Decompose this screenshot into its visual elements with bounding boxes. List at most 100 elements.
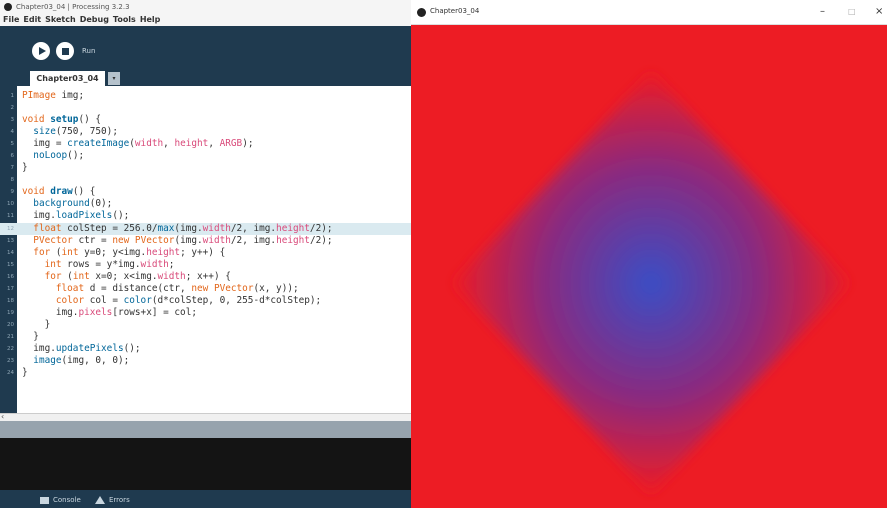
- code-line[interactable]: 16 for (int x=0; x<img.width; x++) {: [0, 271, 411, 283]
- line-number: 3: [10, 117, 15, 124]
- line-number: 24: [7, 370, 14, 377]
- run-label: Run: [82, 47, 96, 55]
- code-line[interactable]: 10 background(0);: [0, 198, 411, 210]
- line-number: 14: [7, 249, 14, 256]
- menu-help[interactable]: Help: [140, 15, 161, 24]
- line-number: 19: [7, 309, 14, 316]
- code-text: color col = color(d*colStep, 0, 255-d*co…: [55, 294, 322, 306]
- console-tab-label: Console: [53, 496, 81, 504]
- code-line[interactable]: 12 float colStep = 256.0/max(img.width/2…: [0, 222, 411, 235]
- menu-file[interactable]: File: [3, 15, 19, 24]
- errors-tab-label: Errors: [109, 496, 130, 504]
- code-text: size(750, 750);: [33, 126, 118, 138]
- code-line[interactable]: 2: [0, 102, 411, 114]
- code-line[interactable]: 24}: [0, 367, 411, 379]
- code-line[interactable]: 8: [0, 174, 411, 186]
- code-line[interactable]: 21 }: [0, 331, 411, 343]
- code-line[interactable]: 14 for (int y=0; y<img.height; y++) {: [0, 247, 411, 259]
- code-text: void setup() {: [22, 114, 102, 126]
- console-tab[interactable]: Console: [40, 494, 81, 506]
- code-line[interactable]: 17 float d = distance(ctr, new PVector(x…: [0, 283, 411, 295]
- menu-bar: File Edit Sketch Debug Tools Help: [0, 13, 411, 26]
- code-line[interactable]: 15 int rows = y*img.width;: [0, 259, 411, 271]
- sketch-output-window: Chapter03_04 – □ ×: [411, 0, 887, 508]
- run-button[interactable]: [32, 42, 50, 60]
- scroll-left-arrow-icon[interactable]: ‹: [1, 412, 4, 421]
- code-text: int rows = y*img.width;: [44, 258, 175, 270]
- code-line[interactable]: 23 image(img, 0, 0);: [0, 355, 411, 367]
- code-lines: 1 PImage img; 2 3 void setup() {4 size(750, …: [0, 90, 411, 379]
- code-text: PVector ctr = new PVector(img.width/2, i…: [33, 234, 333, 246]
- line-number: 4: [10, 129, 15, 136]
- stop-button[interactable]: [56, 42, 74, 60]
- code-line[interactable]: 18 color col = color(d*colStep, 0, 255-d…: [0, 295, 411, 307]
- code-line[interactable]: 7}: [0, 162, 411, 174]
- processing-logo-icon: [4, 2, 12, 11]
- sketch-title-bar: Chapter03_04 – □ ×: [411, 0, 887, 25]
- code-text: img.loadPixels();: [22, 210, 130, 222]
- tab-chapter03-04[interactable]: Chapter03_04: [30, 71, 105, 86]
- line-number: 6: [10, 153, 15, 160]
- code-editor[interactable]: 1 PImage img; 2 3 void setup() {4 size(750, …: [0, 86, 411, 413]
- code-line[interactable]: 22 img.updatePixels();: [0, 343, 411, 355]
- line-number: 21: [7, 333, 14, 340]
- code-text: for (int y=0; y<img.height; y++) {: [33, 246, 226, 258]
- line-number: 22: [7, 345, 14, 352]
- ide-window-title: Chapter03_04 | Processing 3.2.3: [16, 2, 130, 11]
- footer-bar: Console Errors: [0, 490, 411, 508]
- line-number: 8: [10, 177, 15, 184]
- code-line[interactable]: 1 PImage img;: [0, 90, 411, 102]
- code-text: for (int x=0; x<img.width; x++) {: [44, 270, 231, 282]
- line-number: 2: [10, 105, 15, 112]
- message-area: [0, 421, 411, 438]
- close-button[interactable]: ×: [875, 6, 883, 17]
- code-text: background(0);: [33, 198, 113, 210]
- code-text: }: [22, 330, 39, 342]
- line-number: 11: [7, 213, 14, 220]
- code-text: img.pixels[rows+x] = col;: [22, 306, 197, 318]
- line-number: 5: [10, 141, 15, 148]
- code-line[interactable]: 13 PVector ctr = new PVector(img.width/2…: [0, 235, 411, 247]
- code-text: image(img, 0, 0);: [33, 355, 130, 367]
- code-line[interactable]: 4 size(750, 750);: [0, 126, 411, 138]
- code-text: img.updatePixels();: [22, 342, 141, 354]
- maximize-button[interactable]: □: [848, 7, 856, 16]
- tab-menu-dropdown[interactable]: ▾: [108, 72, 120, 85]
- sketch-canvas[interactable]: [411, 25, 887, 508]
- menu-sketch[interactable]: Sketch: [45, 15, 76, 24]
- code-text: void draw() {: [22, 186, 96, 198]
- errors-tab[interactable]: Errors: [95, 494, 130, 506]
- warning-icon: [95, 496, 105, 504]
- code-text: }: [22, 367, 28, 379]
- ide-title-bar: Chapter03_04 | Processing 3.2.3: [0, 0, 411, 13]
- console-output: [0, 438, 411, 490]
- code-line[interactable]: 5 img = createImage(width, height, ARGB)…: [0, 138, 411, 150]
- code-line[interactable]: 11 img.loadPixels();: [0, 210, 411, 222]
- menu-edit[interactable]: Edit: [23, 15, 41, 24]
- line-number: 15: [7, 261, 14, 268]
- line-number: 7: [10, 165, 15, 172]
- code-line[interactable]: 20 }: [0, 319, 411, 331]
- code-line[interactable]: 9 void draw() {: [0, 186, 411, 198]
- minimize-button[interactable]: –: [820, 6, 825, 17]
- console-icon: [40, 496, 49, 504]
- line-number: 18: [7, 297, 14, 304]
- menu-debug[interactable]: Debug: [80, 15, 109, 24]
- horizontal-scrollbar[interactable]: ‹: [0, 412, 411, 421]
- line-number: 20: [7, 321, 14, 328]
- code-line[interactable]: 19 img.pixels[rows+x] = col;: [0, 307, 411, 319]
- code-line[interactable]: 3 void setup() {: [0, 114, 411, 126]
- line-number: 17: [7, 285, 14, 292]
- processing-logo-icon: [417, 8, 426, 17]
- code-text: }: [22, 318, 51, 330]
- sketch-window-title: Chapter03_04: [430, 7, 480, 15]
- line-number: 12: [7, 225, 14, 232]
- menu-tools[interactable]: Tools: [113, 15, 136, 24]
- code-line[interactable]: 6 noLoop();: [0, 150, 411, 162]
- diamond-gradient-image: [411, 25, 887, 508]
- code-text: float d = distance(ctr, new PVector(x, y…: [55, 282, 299, 294]
- line-number: 10: [7, 201, 14, 208]
- code-text: }: [22, 162, 28, 174]
- line-number: 9: [10, 189, 15, 196]
- code-text: PImage img;: [22, 90, 85, 101]
